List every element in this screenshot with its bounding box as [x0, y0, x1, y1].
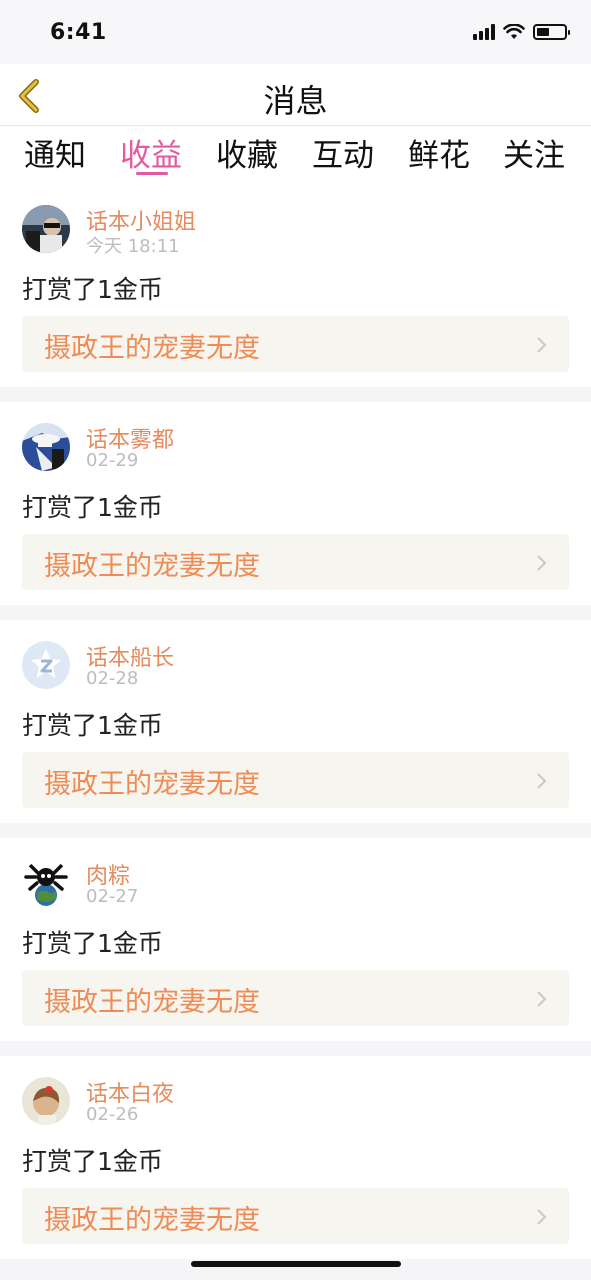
message-card: 话本船长 02-28 打赏了1金币 摄政王的宠妻无度 — [0, 620, 591, 823]
nav-bar: 消息 — [0, 64, 591, 126]
message-text: 打赏了1金币 — [22, 275, 163, 304]
message-card: 话本白夜 02-26 打赏了1金币 摄政王的宠妻无度 — [0, 1056, 591, 1259]
message-card: 肉粽 02-27 打赏了1金币 摄政王的宠妻无度 — [0, 838, 591, 1041]
status-time: 6:41 — [50, 20, 107, 45]
book-title: 摄政王的宠妻无度 — [44, 333, 260, 364]
cellular-signal-icon — [473, 24, 495, 40]
message-text: 打赏了1金币 — [22, 711, 163, 740]
book-link[interactable]: 摄政王的宠妻无度 — [22, 970, 569, 1026]
tab-earnings[interactable]: 收益 — [120, 130, 182, 175]
chevron-right-icon — [537, 991, 547, 1007]
book-title: 摄政王的宠妻无度 — [44, 769, 260, 800]
message-card: 话本雾都 02-29 打赏了1金币 摄政王的宠妻无度 — [0, 402, 591, 605]
message-card: 话本小姐姐 今天 18:11 打赏了1金币 摄政王的宠妻无度 — [0, 184, 591, 387]
book-link[interactable]: 摄政王的宠妻无度 — [22, 752, 569, 808]
tab-notifications[interactable]: 通知 — [24, 130, 86, 175]
message-date: 02-26 — [86, 1104, 139, 1125]
user-avatar[interactable] — [22, 423, 70, 471]
status-bar: 6:41 — [0, 0, 591, 64]
message-date: 02-29 — [86, 450, 139, 471]
active-tab-indicator — [136, 172, 168, 175]
message-date: 02-27 — [86, 886, 139, 907]
wifi-icon — [503, 24, 525, 39]
user-avatar[interactable] — [22, 205, 70, 253]
tab-favorites[interactable]: 收藏 — [216, 130, 278, 175]
page-title: 消息 — [263, 82, 328, 120]
tab-bar: 通知 收益 收藏 互动 鲜花 关注 — [0, 126, 591, 184]
default-avatar-icon[interactable] — [22, 641, 70, 689]
battery-icon — [533, 24, 570, 40]
chevron-right-icon — [537, 1209, 547, 1225]
message-text: 打赏了1金币 — [22, 929, 163, 958]
user-avatar[interactable] — [22, 1077, 70, 1125]
message-text: 打赏了1金币 — [22, 493, 163, 522]
book-title: 摄政王的宠妻无度 — [44, 551, 260, 582]
book-link[interactable]: 摄政王的宠妻无度 — [22, 316, 569, 372]
user-avatar[interactable] — [22, 859, 70, 907]
book-title: 摄政王的宠妻无度 — [44, 987, 260, 1018]
tab-interactions[interactable]: 互动 — [312, 130, 374, 175]
message-date: 今天 18:11 — [86, 236, 180, 257]
book-title: 摄政王的宠妻无度 — [44, 1205, 260, 1236]
tab-following[interactable]: 关注 — [503, 130, 565, 175]
book-link[interactable]: 摄政王的宠妻无度 — [22, 534, 569, 590]
message-date: 02-28 — [86, 668, 139, 689]
home-indicator[interactable] — [191, 1261, 401, 1267]
status-icons — [473, 24, 570, 40]
message-text: 打赏了1金币 — [22, 1147, 163, 1176]
chevron-right-icon — [537, 773, 547, 789]
chevron-right-icon — [537, 555, 547, 571]
book-link[interactable]: 摄政王的宠妻无度 — [22, 1188, 569, 1244]
chevron-right-icon — [537, 337, 547, 353]
tab-flowers[interactable]: 鲜花 — [408, 130, 470, 175]
